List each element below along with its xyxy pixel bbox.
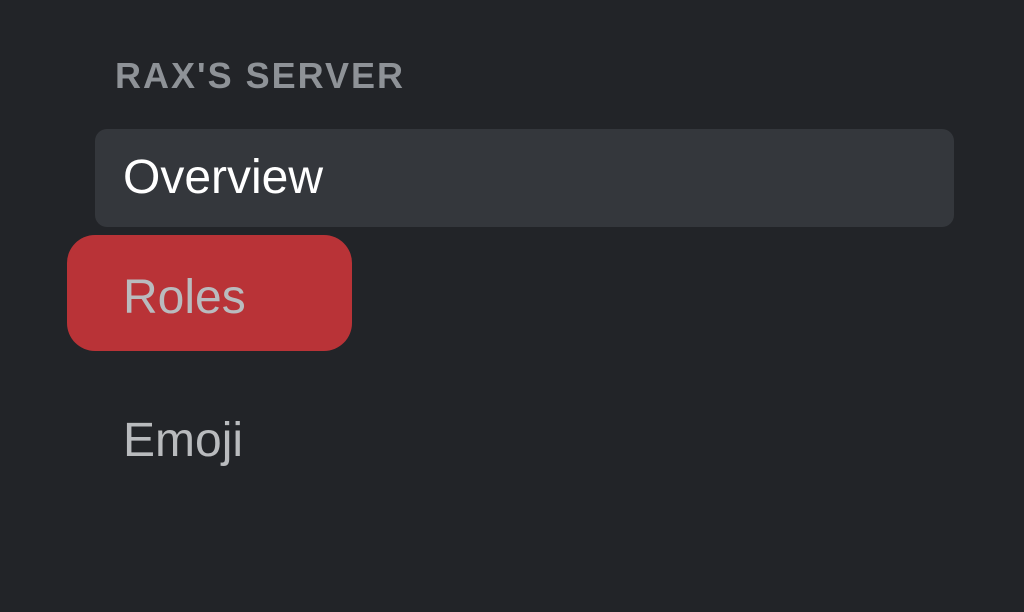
sidebar-item-roles-container: Roles xyxy=(95,243,954,353)
sidebar-item-label: Emoji xyxy=(123,410,243,472)
sidebar-item-overview[interactable]: Overview xyxy=(95,129,954,227)
sidebar-item-label: Roles xyxy=(123,267,246,329)
sidebar-item-emoji[interactable]: Emoji xyxy=(95,392,954,490)
sidebar-section-header: RAX'S SERVER xyxy=(95,55,954,97)
server-settings-sidebar: RAX'S SERVER Overview Roles Emoji xyxy=(0,0,1024,490)
sidebar-item-label: Overview xyxy=(123,147,323,209)
sidebar-item-roles[interactable]: Roles xyxy=(95,243,385,353)
